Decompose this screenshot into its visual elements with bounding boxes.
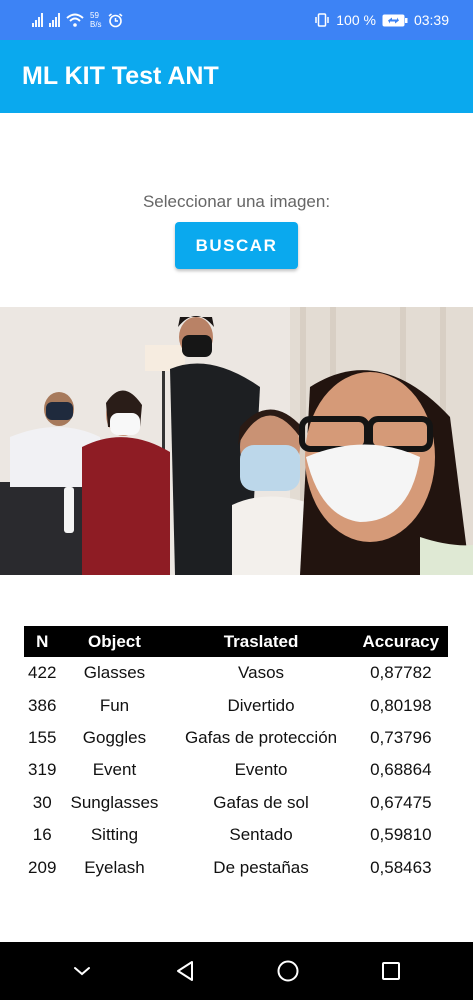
nav-back-button[interactable] — [165, 951, 205, 991]
table-row: 16 Sitting Sentado 0,59810 — [24, 819, 448, 851]
cell-translated: Gafas de protección — [184, 727, 338, 747]
header-n: N — [24, 626, 61, 657]
status-bar: 59 B/s 100 % 03:39 — [0, 0, 473, 40]
cell-object: Sunglasses — [70, 792, 159, 812]
cell-object: Event — [92, 760, 137, 780]
app-title: ML KIT Test ANT — [22, 62, 219, 90]
wifi-icon — [66, 13, 84, 27]
signal-icon-2 — [49, 13, 60, 27]
status-left: 59 B/s — [0, 11, 123, 29]
alarm-icon — [108, 12, 123, 27]
table-row: 155 Goggles Gafas de protección 0,73796 — [24, 722, 448, 754]
cell-n: 422 — [28, 663, 57, 683]
navigation-bar — [0, 942, 473, 1000]
selected-photo — [0, 307, 473, 575]
cell-n: 386 — [28, 695, 57, 715]
table-header-row: N Object Traslated Accuracy — [24, 626, 448, 657]
status-right: 100 % 03:39 — [314, 12, 473, 28]
cell-translated: Evento — [234, 760, 288, 780]
table-row: 319 Event Evento 0,68864 — [24, 754, 448, 786]
cell-object: Fun — [99, 695, 130, 715]
table-row: 422 Glasses Vasos 0,87782 — [24, 657, 448, 689]
cell-accuracy: 0,80198 — [370, 695, 432, 715]
cell-translated: De pestañas — [213, 857, 309, 877]
cell-object: Sitting — [90, 825, 139, 845]
battery-icon — [382, 14, 408, 26]
cell-translated: Divertido — [227, 695, 295, 715]
results-table: N Object Traslated Accuracy 422 Glasses … — [24, 626, 448, 884]
cell-n: 209 — [28, 857, 57, 877]
cell-accuracy: 0,87782 — [370, 663, 432, 683]
header-object: Object — [60, 626, 169, 657]
cell-accuracy: 0,68864 — [370, 760, 432, 780]
cell-accuracy: 0,73796 — [370, 727, 432, 747]
nav-home-button[interactable] — [268, 951, 308, 991]
photo-illustration — [0, 307, 473, 575]
recents-square-icon — [382, 962, 401, 980]
cell-object: Glasses — [83, 663, 146, 683]
cell-object: Eyelash — [84, 857, 145, 877]
header-accuracy: Accuracy — [353, 626, 448, 657]
network-speed-unit: B/s — [90, 20, 102, 29]
cell-n: 30 — [32, 792, 52, 812]
battery-percent: 100 % — [336, 12, 376, 28]
signal-icon — [32, 13, 43, 27]
cell-translated: Gafas de sol — [213, 792, 309, 812]
cell-object: Goggles — [82, 727, 147, 747]
search-button[interactable]: BUSCAR — [175, 222, 298, 269]
clock: 03:39 — [413, 12, 449, 28]
cell-accuracy: 0,67475 — [370, 792, 432, 812]
cell-translated: Vasos — [238, 663, 285, 683]
table-row: 386 Fun Divertido 0,80198 — [24, 689, 448, 721]
cell-n: 16 — [32, 825, 52, 845]
cell-translated: Sentado — [229, 825, 293, 845]
nav-collapse-button[interactable] — [62, 951, 102, 991]
cell-accuracy: 0,58463 — [370, 857, 432, 877]
cell-n: 319 — [28, 760, 57, 780]
cell-n: 155 — [28, 727, 57, 747]
header-translated: Traslated — [168, 626, 354, 657]
cell-accuracy: 0,59810 — [370, 825, 432, 845]
back-triangle-icon — [176, 961, 193, 981]
home-circle-icon — [277, 960, 299, 982]
network-speed: 59 B/s — [90, 11, 102, 29]
nav-recents-button[interactable] — [371, 951, 411, 991]
app-bar: ML KIT Test ANT — [0, 40, 473, 113]
select-image-label: Seleccionar una imagen: — [142, 192, 331, 211]
table-row: 209 Eyelash De pestañas 0,58463 — [24, 851, 448, 883]
vibrate-icon — [315, 13, 329, 27]
network-speed-value: 59 — [90, 11, 99, 20]
table-row: 30 Sunglasses Gafas de sol 0,67475 — [24, 787, 448, 819]
chevron-down-icon — [73, 967, 90, 976]
